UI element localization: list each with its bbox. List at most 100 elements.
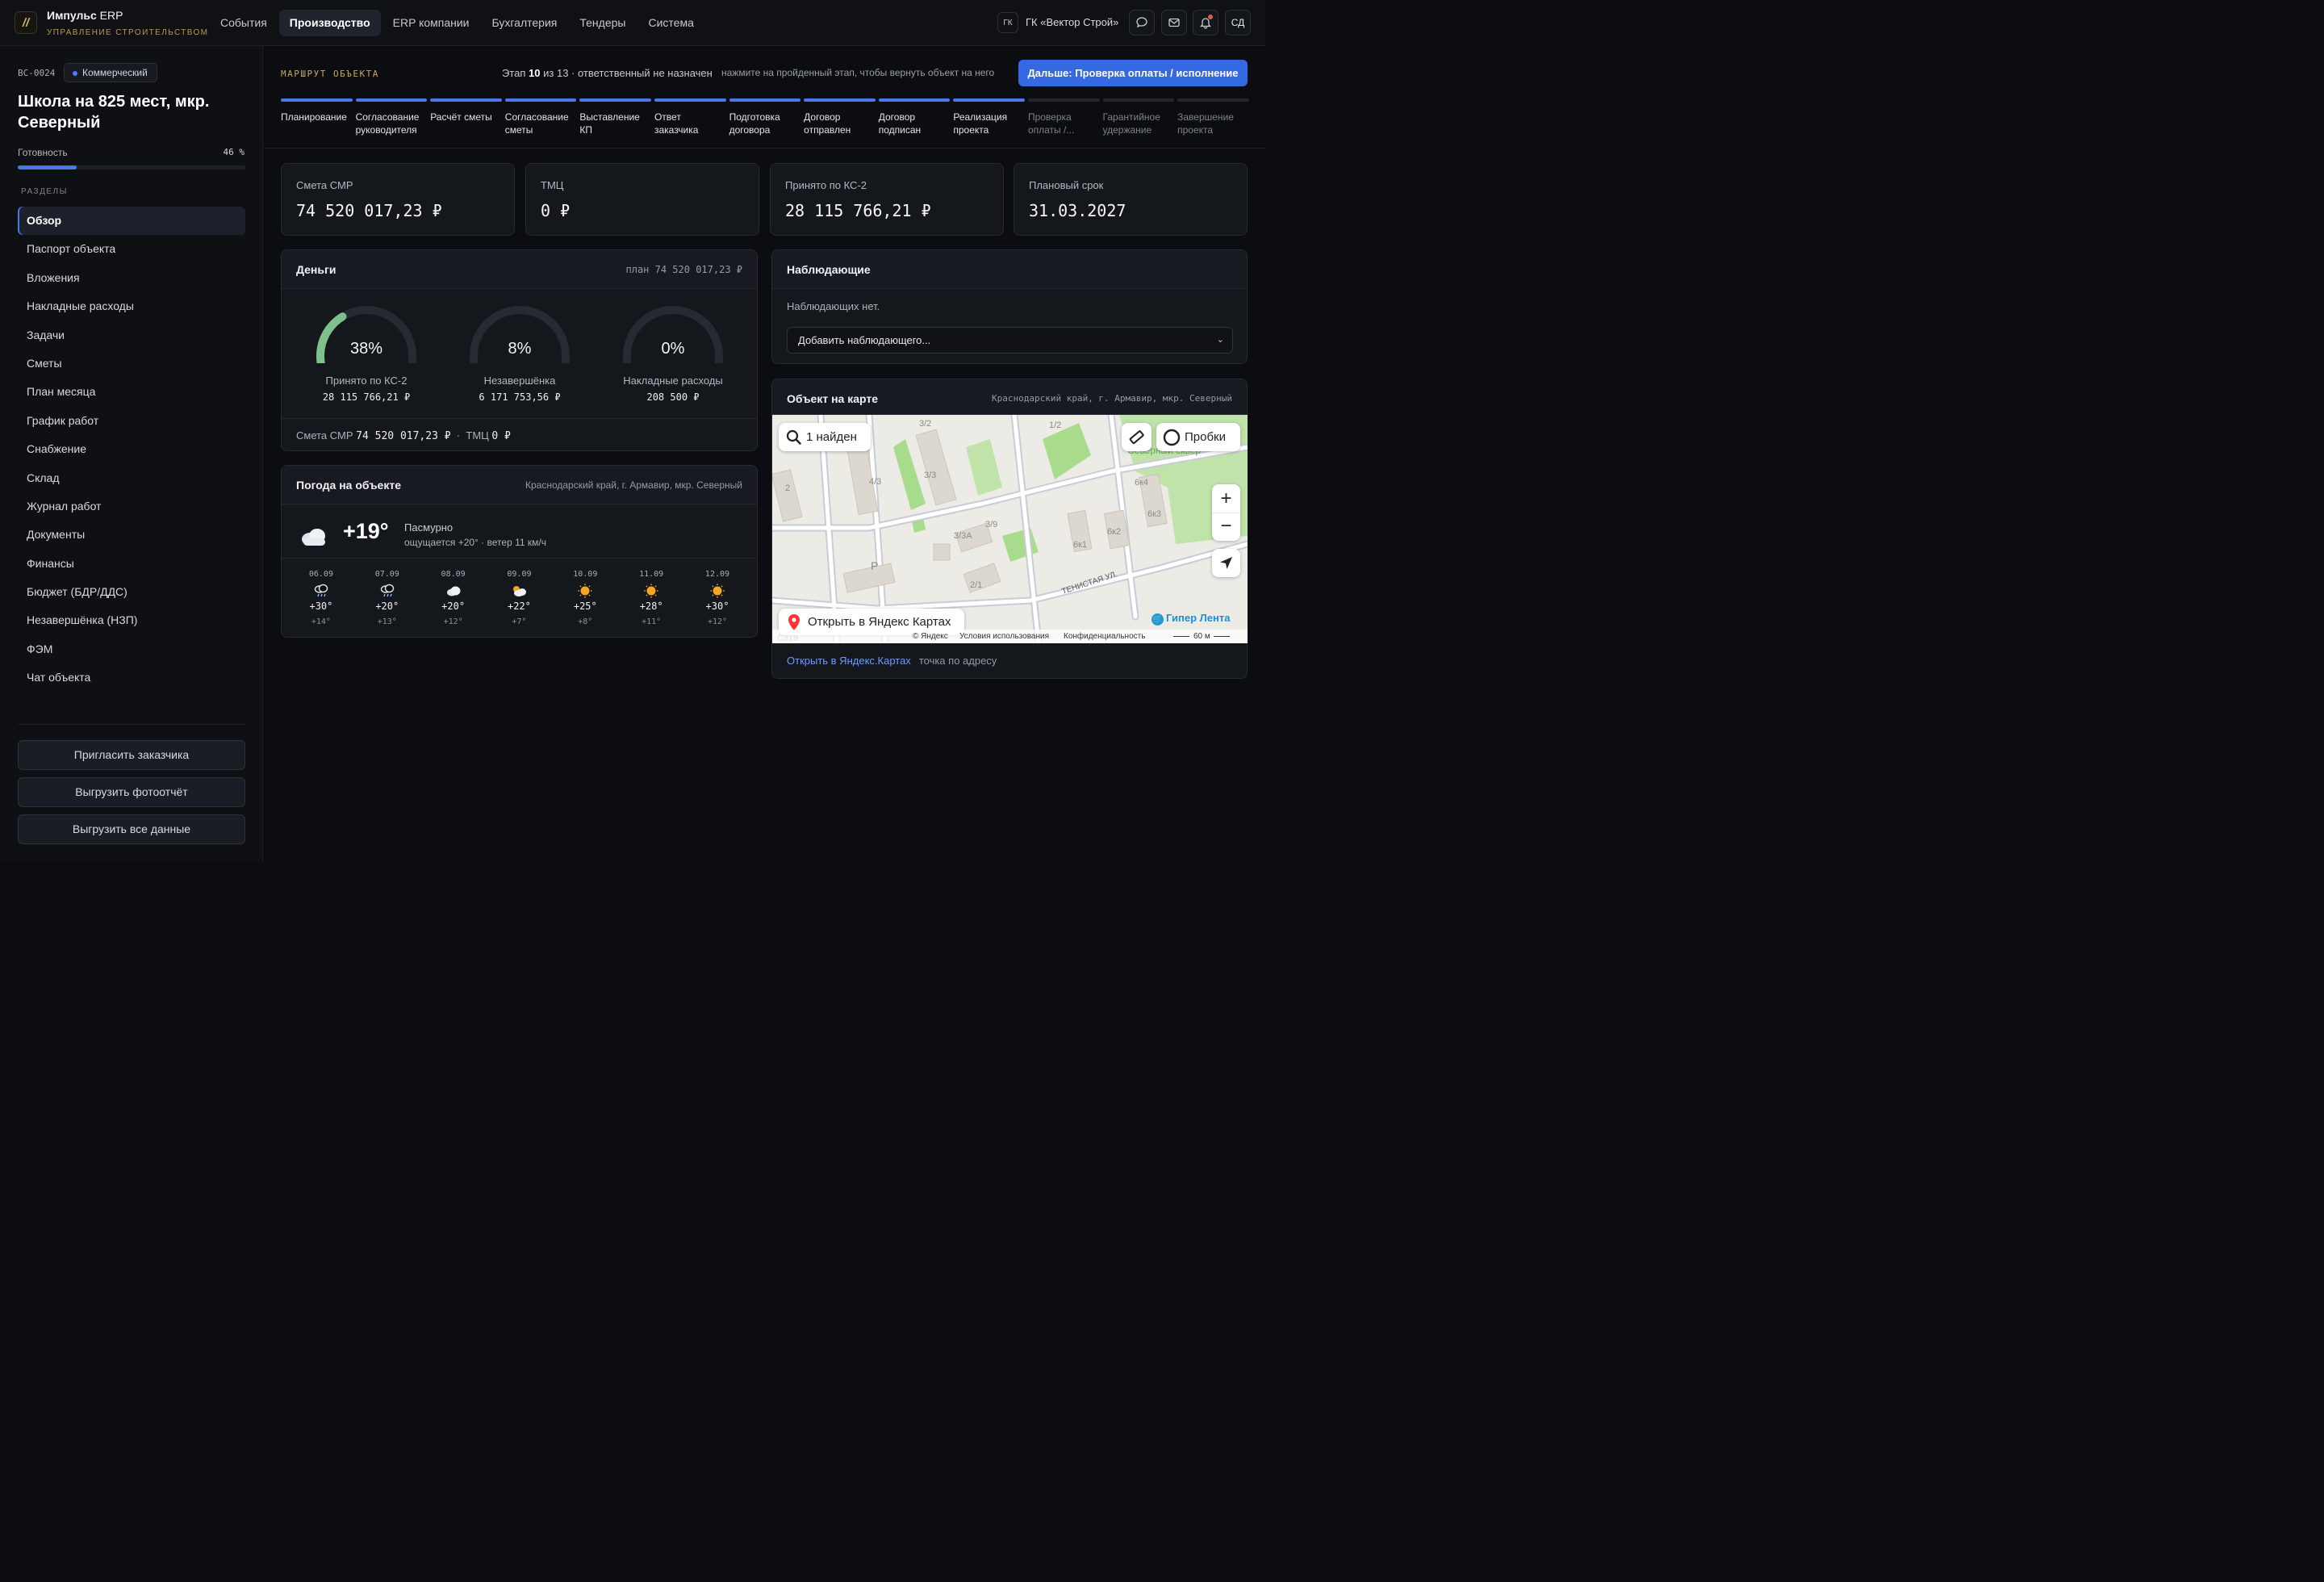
route-step-bar — [1177, 98, 1249, 102]
house-number: 6к3 — [1147, 509, 1161, 519]
gauge-percent: 8% — [508, 340, 532, 358]
route-step[interactable]: Договор отправлен — [804, 98, 876, 136]
route-step[interactable]: Завершение проекта — [1177, 98, 1249, 136]
sidebar: BC-0024 Коммерческий Школа на 825 мест, … — [0, 46, 263, 861]
route-step[interactable]: Расчёт сметы — [430, 98, 502, 136]
traffic-button[interactable]: Пробки — [1156, 423, 1240, 451]
zoom-out-button[interactable]: − — [1212, 513, 1240, 541]
yandex-copyright[interactable]: © Яндекс — [913, 630, 948, 643]
route-step[interactable]: Согласование руководителя — [355, 98, 428, 136]
sidebar-item-10[interactable]: Журнал работ — [18, 492, 245, 521]
org-switcher[interactable]: ГК «Вектор Строй» — [1026, 16, 1118, 28]
yandex-map[interactable]: 3/2 1/2 2 4/3 3/3 6к4 6к3 3/9 3/3А 6к2 6… — [772, 415, 1248, 643]
route-step[interactable]: Реализация проекта — [953, 98, 1025, 136]
mail-button[interactable] — [1161, 10, 1187, 36]
invite-customer-button[interactable]: Пригласить заказчика — [18, 740, 245, 770]
route-step-name: Проверка оплаты /... — [1027, 111, 1075, 136]
route-step-name: Планирование — [281, 111, 347, 123]
route-step-name: Расчёт сметы — [430, 111, 492, 123]
forecast-day: 11.09 +28° +11° — [627, 570, 675, 626]
nav-item-0[interactable]: События — [210, 10, 278, 36]
notifications-button[interactable] — [1193, 10, 1218, 36]
forecast-date: 10.09 — [573, 570, 598, 579]
nav-item-1[interactable]: Производство — [278, 10, 381, 36]
route-step-name: Гарантийное удержание — [1102, 111, 1160, 136]
readiness-bar — [18, 165, 245, 170]
forecast-low: +12° — [443, 617, 463, 626]
geolocation-button[interactable] — [1212, 549, 1240, 577]
sidebar-item-3[interactable]: Накладные расходы — [18, 292, 245, 320]
forecast-high: +30° — [309, 601, 333, 612]
kpi-card-ks2: Принято по КС-2 28 115 766,21 ₽ — [770, 163, 1004, 236]
house-number: 6к4 — [1135, 478, 1148, 488]
weather-forecast: 06.09 +30° +14° 07.09 +20° +13° 08.09 +20° +12° 0… — [282, 558, 757, 626]
sidebar-item-11[interactable]: Документы — [18, 521, 245, 549]
sidebar-item-1[interactable]: Паспорт объекта — [18, 235, 245, 263]
org-badge[interactable]: ГК — [997, 12, 1018, 33]
search-results-label: 1 найден — [806, 430, 857, 444]
forecast-day: 09.09 +22° +7° — [495, 570, 543, 626]
route-step-bar — [1102, 98, 1175, 102]
traffic-icon — [1163, 429, 1181, 446]
app-logo[interactable]: // — [15, 11, 37, 34]
gauge-label: Накладные расходы — [623, 375, 723, 387]
sidebar-item-7[interactable]: График работ — [18, 407, 245, 435]
sidebar-divider — [18, 724, 245, 725]
export-all-data-button[interactable]: Выгрузить все данные — [18, 814, 245, 844]
money-panel: Деньги план 74 520 017,23 ₽ 38% Принято п… — [281, 249, 758, 451]
panel-title: Объект на карте — [787, 392, 879, 405]
map-ruler-button[interactable] — [1122, 423, 1152, 451]
route-step[interactable]: Договор подписан — [878, 98, 951, 136]
forecast-low: +11° — [642, 617, 662, 626]
money-gauge: 0% Накладные расходы 208 500 ₽ — [612, 299, 734, 403]
gauge-percent: 38% — [349, 340, 383, 358]
forecast-date: 08.09 — [441, 570, 466, 579]
route-step[interactable]: Выставление КП — [579, 98, 651, 136]
route-step-bar — [579, 98, 651, 102]
forecast-high: +20° — [441, 601, 466, 612]
nav-item-4[interactable]: Тендеры — [569, 10, 636, 36]
zoom-in-button[interactable]: + — [1212, 484, 1240, 513]
route-step[interactable]: Планирование — [281, 98, 353, 136]
next-stage-button[interactable]: Дальше: Проверка оплаты / исполнение — [1018, 60, 1248, 86]
sidebar-item-4[interactable]: Задачи — [18, 321, 245, 349]
sidebar-item-15[interactable]: ФЭМ — [18, 635, 245, 663]
route-step[interactable]: Ответ заказчика — [654, 98, 726, 136]
object-route: МАРШРУТ ОБЪЕКТА Этап 10 из 13 · ответств… — [264, 46, 1265, 149]
sidebar-item-0[interactable]: Обзор — [18, 207, 245, 236]
kpi-label: ТМЦ — [541, 179, 564, 191]
sidebar-item-14[interactable]: Незавершёнка (НЗП) — [18, 606, 245, 634]
panel-header: Деньги план 74 520 017,23 ₽ — [282, 250, 757, 289]
sidebar-item-5[interactable]: Сметы — [18, 349, 245, 378]
sidebar-item-13[interactable]: Бюджет (БДР/ДДС) — [18, 578, 245, 606]
kpi-value: 31.03.2027 — [1029, 201, 1126, 220]
route-step[interactable]: Подготовка договора — [729, 98, 801, 136]
chat-button[interactable] — [1129, 10, 1155, 36]
sidebar-item-6[interactable]: План месяца — [18, 378, 245, 406]
export-photo-report-button[interactable]: Выгрузить фотоотчёт — [18, 777, 245, 807]
sidebar-item-9[interactable]: Склад — [18, 464, 245, 492]
house-number: 2 — [785, 483, 790, 493]
sidebar-item-2[interactable]: Вложения — [18, 264, 245, 292]
nav-item-5[interactable]: Система — [637, 10, 704, 36]
route-step[interactable]: Согласование сметы — [504, 98, 577, 136]
navigation-arrow-icon — [1220, 557, 1232, 569]
sidebar-item-12[interactable]: Финансы — [18, 550, 245, 578]
add-watcher-select[interactable]: Добавить наблюдающего... ⌄ — [787, 327, 1233, 354]
route-step[interactable]: Проверка оплаты /... — [1027, 98, 1100, 136]
user-avatar[interactable]: СД — [1225, 10, 1251, 36]
route-step[interactable]: Гарантийное удержание — [1102, 98, 1175, 136]
forecast-date: 09.09 — [507, 570, 532, 579]
map-privacy-link[interactable]: Конфиденциальность — [1064, 630, 1145, 643]
forecast-date: 11.09 — [639, 570, 664, 579]
nav-item-3[interactable]: Бухгалтерия — [482, 10, 568, 36]
open-yandex-maps-link[interactable]: Открыть в Яндекс.Картах — [787, 655, 911, 667]
kpi-card-deadline: Плановый срок 31.03.2027 — [1014, 163, 1248, 236]
map-panel: Объект на карте Краснодарский край, г. А… — [771, 379, 1248, 679]
sidebar-item-8[interactable]: Снабжение — [18, 435, 245, 463]
nav-item-2[interactable]: ERP компании — [382, 10, 480, 36]
map-terms-link[interactable]: Условия использования — [959, 630, 1049, 643]
sidebar-item-16[interactable]: Чат объекта — [18, 663, 245, 692]
map-search-results[interactable]: 1 найден — [779, 423, 871, 451]
poi-hyper-lenta[interactable]: 🛒 Гипер Лента — [1152, 612, 1230, 626]
